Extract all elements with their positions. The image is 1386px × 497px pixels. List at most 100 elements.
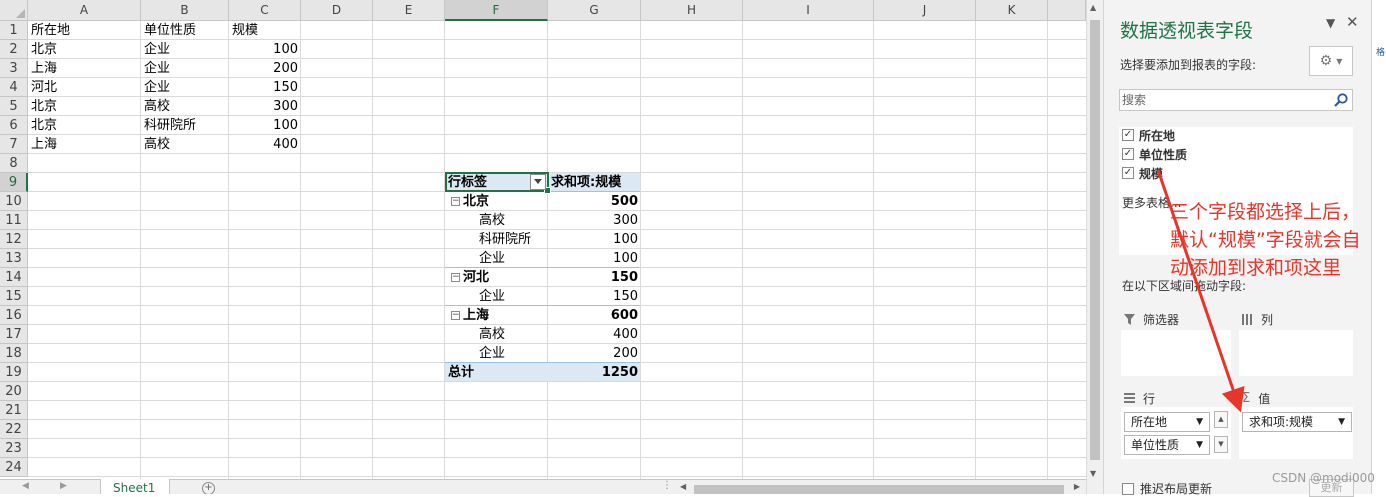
horizontal-scrollbar[interactable]: ◀ ▶ [680,482,1080,494]
pivot-value-header[interactable]: 求和项:规模 [551,173,638,192]
scroll-left-icon[interactable]: ◀ [680,482,686,491]
header-cell[interactable]: 单位性质 [144,21,226,40]
data-cell[interactable]: 科研院所 [144,116,226,135]
row-field-pill-location[interactable]: 所在地 ▼ [1124,412,1210,432]
scroll-down-icon[interactable]: ▼ [1090,469,1096,478]
spreadsheet-grid[interactable]: ABCDEFGHIJK 1 2 3 4 5 6 7 8 9 10 11 12 13 14 15 16 17 18 1… [0,0,1086,494]
tab-prev-icon[interactable]: ◀ [22,481,29,491]
pivot-group-value[interactable]: 600 [551,306,638,325]
checkbox-checked-icon[interactable]: ✓ [1122,129,1134,141]
column-header-overflow[interactable] [1048,0,1086,21]
filters-drop-zone[interactable] [1121,330,1231,376]
data-cell[interactable]: 400 [232,135,298,154]
data-cell[interactable]: 200 [232,59,298,78]
row-header-14[interactable]: 14 [0,268,28,287]
column-header-h[interactable]: H [641,0,743,21]
scroll-up-icon[interactable]: ▲ [1214,411,1228,428]
vertical-scrollbar[interactable]: ▲ ▼ [1086,0,1103,494]
data-cell[interactable]: 上海 [31,59,138,78]
collapse-icon[interactable]: − [451,273,460,282]
column-header-j[interactable]: J [874,0,976,21]
sheet-tab[interactable]: Sheet1 [100,479,170,494]
row-header-20[interactable]: 20 [0,382,28,401]
pivot-item-label[interactable]: 企业 [479,287,545,306]
data-cell[interactable]: 企业 [144,40,226,59]
tab-next-icon[interactable]: ▶ [60,481,67,491]
header-cell[interactable]: 规模 [232,21,298,40]
data-cell[interactable]: 100 [232,116,298,135]
pivot-group-value[interactable]: 150 [551,268,638,287]
data-cell[interactable]: 企业 [144,78,226,97]
defer-layout-update[interactable]: 推迟布局更新 [1122,480,1212,497]
row-header-23[interactable]: 23 [0,439,28,458]
column-header-k[interactable]: K [976,0,1048,21]
row-label-filter-button[interactable] [530,174,546,190]
row-header-24[interactable]: 24 [0,458,28,477]
column-header-g[interactable]: G [548,0,641,21]
data-cell[interactable]: 100 [232,40,298,59]
chevron-down-icon[interactable]: ▼ [1196,436,1203,454]
columns-drop-zone[interactable] [1239,330,1353,376]
pivot-item-value[interactable]: 150 [551,287,638,306]
column-header-d[interactable]: D [301,0,373,21]
scroll-up-icon[interactable]: ▲ [1090,3,1096,12]
pivot-item-value[interactable]: 300 [551,211,638,230]
pivot-total-label[interactable]: 总计 [448,363,545,382]
collapse-icon[interactable]: − [451,197,460,206]
pivot-item-label[interactable]: 企业 [479,249,545,268]
row-header-13[interactable]: 13 [0,249,28,268]
row-field-pill-unit-type[interactable]: 单位性质 ▼ [1124,435,1210,455]
row-header-22[interactable]: 22 [0,420,28,439]
vertical-scroll-thumb[interactable] [1090,20,1100,460]
row-header-18[interactable]: 18 [0,344,28,363]
data-cell[interactable]: 高校 [144,97,226,116]
row-header-10[interactable]: 10 [0,192,28,211]
row-header-11[interactable]: 11 [0,211,28,230]
search-icon[interactable] [1333,92,1349,108]
data-cell[interactable]: 高校 [144,135,226,154]
scroll-right-icon[interactable]: ▶ [1074,482,1080,491]
field-item-unit-type[interactable]: ✓ 单位性质 [1122,146,1187,162]
pivot-item-label[interactable]: 高校 [479,325,545,344]
column-header-f[interactable]: F [445,0,548,21]
chevron-down-icon[interactable]: ▼ [1338,413,1345,431]
row-header-2[interactable]: 2 [0,40,28,59]
pivot-item-label[interactable]: 科研院所 [479,230,545,249]
pivot-group-label[interactable]: 河北 [463,268,545,287]
checkbox-checked-icon[interactable]: ✓ [1122,148,1134,160]
pivot-item-value[interactable]: 400 [551,325,638,344]
checkbox-checked-icon[interactable]: ✓ [1122,167,1134,179]
row-header-9[interactable]: 9 [0,173,28,192]
row-header-1[interactable]: 1 [0,21,28,40]
row-header-19[interactable]: 19 [0,363,28,382]
value-field-pill-sum-scale[interactable]: 求和项:规模 ▼ [1242,412,1352,432]
pivot-item-value[interactable]: 100 [551,249,638,268]
row-header-8[interactable]: 8 [0,154,28,173]
row-header-6[interactable]: 6 [0,116,28,135]
row-header-12[interactable]: 12 [0,230,28,249]
row-header-17[interactable]: 17 [0,325,28,344]
pivot-item-label[interactable]: 企业 [479,344,545,363]
side-tab-label[interactable]: 格 [1376,45,1385,58]
row-header-16[interactable]: 16 [0,306,28,325]
row-header-15[interactable]: 15 [0,287,28,306]
data-cell[interactable]: 北京 [31,40,138,59]
header-cell[interactable]: 所在地 [31,21,138,40]
pivot-group-label[interactable]: 北京 [463,192,545,211]
pivot-item-label[interactable]: 高校 [479,211,545,230]
pivot-group-value[interactable]: 500 [551,192,638,211]
row-header-4[interactable]: 4 [0,78,28,97]
select-all-corner[interactable] [0,0,28,21]
data-cell[interactable]: 上海 [31,135,138,154]
field-item-scale[interactable]: ✓ 规模 [1122,165,1163,181]
collapse-icon[interactable]: − [451,311,460,320]
data-cell[interactable]: 北京 [31,116,138,135]
row-header-3[interactable]: 3 [0,59,28,78]
checkbox-unchecked-icon[interactable] [1122,482,1134,495]
pivot-item-value[interactable]: 100 [551,230,638,249]
data-cell[interactable]: 河北 [31,78,138,97]
add-sheet-icon[interactable]: + [202,482,215,494]
row-header-7[interactable]: 7 [0,135,28,154]
chevron-down-icon[interactable]: ▼ [1196,413,1203,431]
row-header-21[interactable]: 21 [0,401,28,420]
